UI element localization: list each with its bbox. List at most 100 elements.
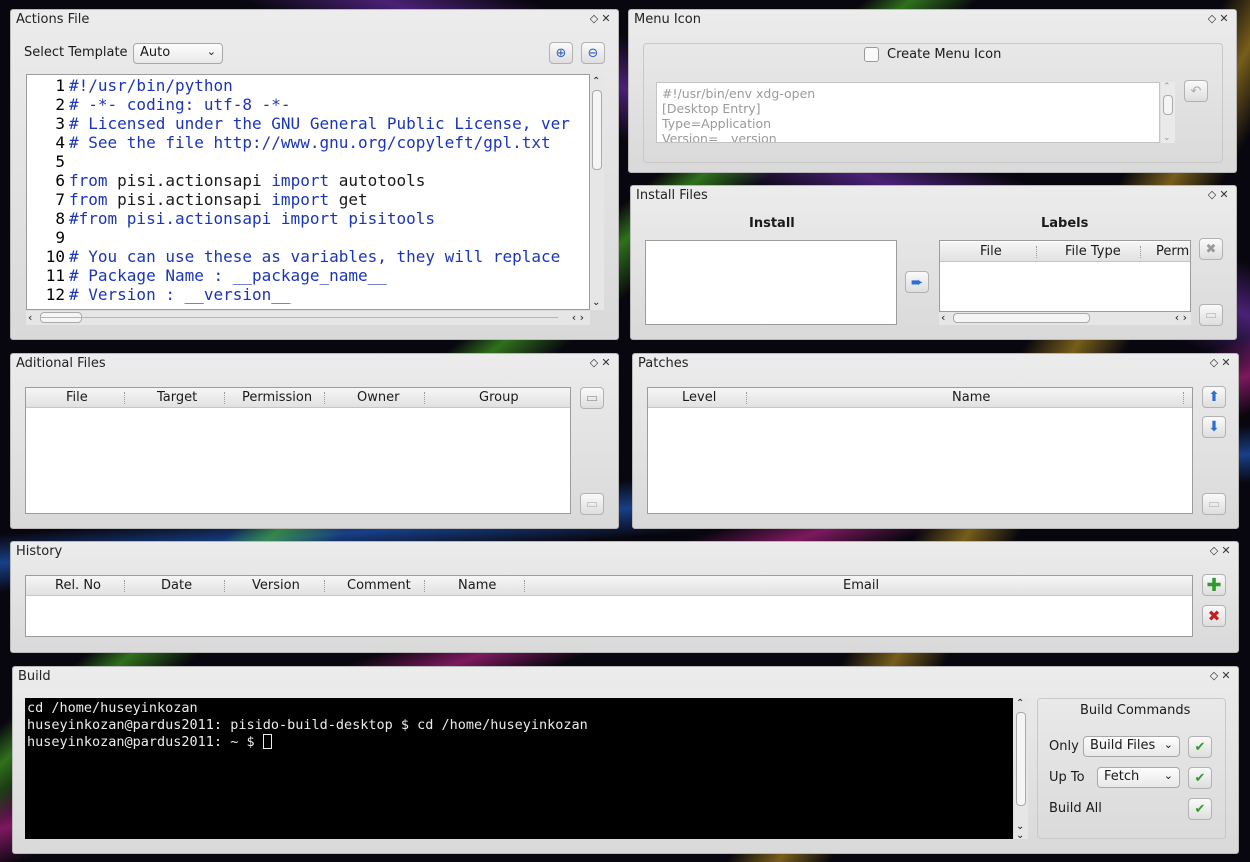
add-file-button[interactable]: ▭ (580, 387, 604, 409)
zoom-in-button[interactable]: ⊕ (549, 42, 573, 64)
upto-label: Up To (1049, 770, 1085, 785)
revert-button[interactable]: ↶ (1184, 80, 1208, 102)
line-number: 7 (55, 190, 65, 209)
install-list[interactable] (645, 240, 897, 325)
column-permission[interactable]: Permission (242, 390, 312, 405)
install-heading: Install (749, 216, 795, 231)
float-icon[interactable]: ◇ (588, 356, 600, 369)
additional-files-table[interactable]: File Target Permission Owner Group (25, 387, 571, 514)
close-icon[interactable]: ✕ (1220, 544, 1232, 557)
run-only-button[interactable]: ✔ (1188, 736, 1212, 758)
add-to-install-button[interactable]: ➨ (905, 271, 929, 293)
move-down-button[interactable]: ⬇ (1202, 416, 1226, 438)
code-line: # -*- coding: utf-8 -*- (69, 95, 291, 114)
close-icon[interactable]: ✕ (1218, 12, 1230, 25)
column-version[interactable]: Version (252, 578, 300, 593)
build-all-button[interactable]: ✔ (1188, 798, 1212, 820)
panel-title: Aditional Files (16, 356, 106, 371)
remove-patch-button[interactable]: ▭ (1202, 493, 1226, 515)
column-file[interactable]: File (66, 390, 88, 405)
column-date[interactable]: Date (161, 578, 192, 593)
remove-label-button[interactable]: ✖ (1199, 238, 1223, 260)
zoom-out-icon: ⊖ (587, 45, 599, 61)
line-number: 2 (55, 95, 65, 114)
code-line: # You can use these as variables, they w… (69, 247, 561, 266)
float-icon[interactable]: ◇ (588, 12, 600, 25)
run-upto-button[interactable]: ✔ (1188, 767, 1212, 789)
create-menu-icon-checkbox[interactable] (864, 47, 879, 62)
float-icon[interactable]: ◇ (1206, 12, 1218, 25)
line-number: 9 (55, 228, 65, 247)
code-line: from pisi.actionsapi import autotools (69, 171, 426, 190)
float-icon[interactable]: ◇ (1208, 544, 1220, 557)
labels-heading: Labels (1041, 216, 1089, 231)
add-history-button[interactable]: ✚ (1202, 574, 1226, 596)
remove-file-button[interactable]: ▭ (580, 493, 604, 515)
panel-title: Actions File (16, 12, 90, 27)
run-icon: ✔ (1194, 801, 1206, 817)
history-table[interactable]: Rel. No Date Version Comment Name Email (25, 575, 1193, 637)
code-horizontal-scrollbar[interactable]: ‹ ‹ › (26, 311, 590, 325)
line-number: 8 (55, 209, 65, 228)
panel-title: History (16, 544, 63, 559)
build-all-label: Build All (1049, 801, 1102, 816)
run-icon: ✔ (1194, 770, 1206, 786)
close-icon[interactable]: ✕ (600, 12, 612, 25)
arrow-up-icon: ⬆ (1208, 389, 1220, 405)
float-icon[interactable]: ◇ (1208, 356, 1220, 369)
line-number: 3 (55, 114, 65, 133)
line-number: 11 (45, 266, 65, 285)
remove-history-button[interactable]: ✖ (1202, 605, 1226, 627)
column-file[interactable]: File (980, 244, 1002, 259)
file-icon: ▭ (585, 390, 599, 406)
arrow-right-icon: ➨ (910, 273, 924, 291)
column-level[interactable]: Level (682, 390, 716, 405)
panel-title: Patches (638, 356, 689, 371)
desktop-entry-scrollbar[interactable]: ⌃ ⌄ (1161, 82, 1175, 143)
column-file-type[interactable]: File Type (1065, 244, 1121, 259)
labels-table[interactable]: File File Type Perm (939, 240, 1191, 312)
column-name[interactable]: Name (458, 578, 496, 593)
close-icon[interactable]: ✕ (600, 356, 612, 369)
add-icon: ✚ (1206, 574, 1222, 596)
column-permission[interactable]: Perm (1156, 244, 1189, 259)
upto-select[interactable]: Fetch ⌄ (1097, 767, 1180, 788)
terminal-scrollbar[interactable]: ⌃ ⌄ ⌄ (1014, 698, 1028, 841)
code-vertical-scrollbar[interactable]: ⌃ ⌄ (590, 74, 604, 310)
build-commands-title: Build Commands (1080, 703, 1191, 718)
list-icon: ▭ (1207, 496, 1221, 512)
line-number: 10 (45, 247, 65, 266)
close-icon[interactable]: ✕ (1218, 188, 1230, 201)
edit-label-button[interactable]: ▭ (1199, 304, 1223, 326)
column-email[interactable]: Email (843, 578, 879, 593)
zoom-in-icon: ⊕ (555, 45, 567, 61)
panel-title: Menu Icon (634, 12, 701, 27)
line-number: 12 (45, 285, 65, 304)
arrow-down-icon: ⬇ (1208, 419, 1220, 435)
labels-horizontal-scrollbar[interactable]: ‹ ‹ › (939, 311, 1191, 325)
desktop-entry-text[interactable]: #!/usr/bin/env xdg-open [Desktop Entry] … (656, 82, 1160, 143)
line-number: 6 (55, 171, 65, 190)
line-number: 5 (55, 152, 65, 171)
patches-table[interactable]: Level Name (647, 387, 1193, 514)
column-rel-no[interactable]: Rel. No (55, 578, 101, 593)
select-template-label: Select Template (24, 45, 128, 60)
close-icon[interactable]: ✕ (1220, 669, 1232, 682)
column-target[interactable]: Target (157, 390, 197, 405)
column-owner[interactable]: Owner (357, 390, 399, 405)
code-line: # Licensed under the GNU General Public … (69, 114, 570, 133)
actions-code-editor[interactable]: 1 #!/usr/bin/python 2 # -*- coding: utf-8 -… (26, 74, 590, 310)
template-select[interactable]: Auto ⌄ (133, 43, 223, 64)
code-line: # See the file http://www.gnu.org/copyle… (69, 133, 551, 152)
column-group[interactable]: Group (479, 390, 519, 405)
only-select[interactable]: Build Files ⌄ (1083, 736, 1180, 757)
column-name[interactable]: Name (952, 390, 990, 405)
zoom-out-button[interactable]: ⊖ (581, 42, 605, 64)
close-icon[interactable]: ✕ (1220, 356, 1232, 369)
terminal-cursor (262, 734, 272, 749)
move-up-button[interactable]: ⬆ (1202, 386, 1226, 408)
float-icon[interactable]: ◇ (1206, 188, 1218, 201)
build-terminal[interactable]: cd /home/huseyinkozan huseyinkozan@pardu… (25, 698, 1013, 839)
column-comment[interactable]: Comment (347, 578, 411, 593)
float-icon[interactable]: ◇ (1208, 669, 1220, 682)
